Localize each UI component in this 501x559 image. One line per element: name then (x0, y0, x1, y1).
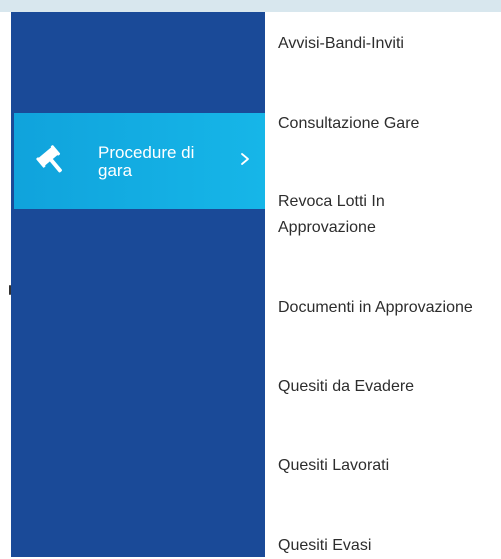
submenu-item-revoca-lotti[interactable]: Revoca Lotti In Approvazione (278, 189, 428, 241)
chevron-right-icon (241, 153, 249, 165)
top-bar (0, 0, 501, 12)
sidebar (11, 12, 265, 557)
gavel-icon (36, 145, 62, 173)
sidebar-item-procedure-di-gara[interactable]: Procedure di gara (14, 113, 265, 209)
submenu-item-quesiti-evasi[interactable]: Quesiti Evasi (278, 533, 501, 559)
submenu-item-consultazione-gare[interactable]: Consultazione Gare (278, 111, 501, 137)
sidebar-item-label: Procedure di gara (98, 143, 195, 180)
submenu-item-documenti-in-approvazione[interactable]: Documenti in Approvazione (278, 295, 501, 321)
submenu-item-quesiti-da-evadere[interactable]: Quesiti da Evadere (278, 374, 501, 400)
submenu-item-quesiti-lavorati[interactable]: Quesiti Lavorati (278, 453, 501, 479)
submenu-panel: Avvisi-Bandi-Inviti Consultazione Gare R… (266, 12, 501, 557)
submenu-item-avvisi-bandi-inviti[interactable]: Avvisi-Bandi-Inviti (278, 31, 501, 57)
